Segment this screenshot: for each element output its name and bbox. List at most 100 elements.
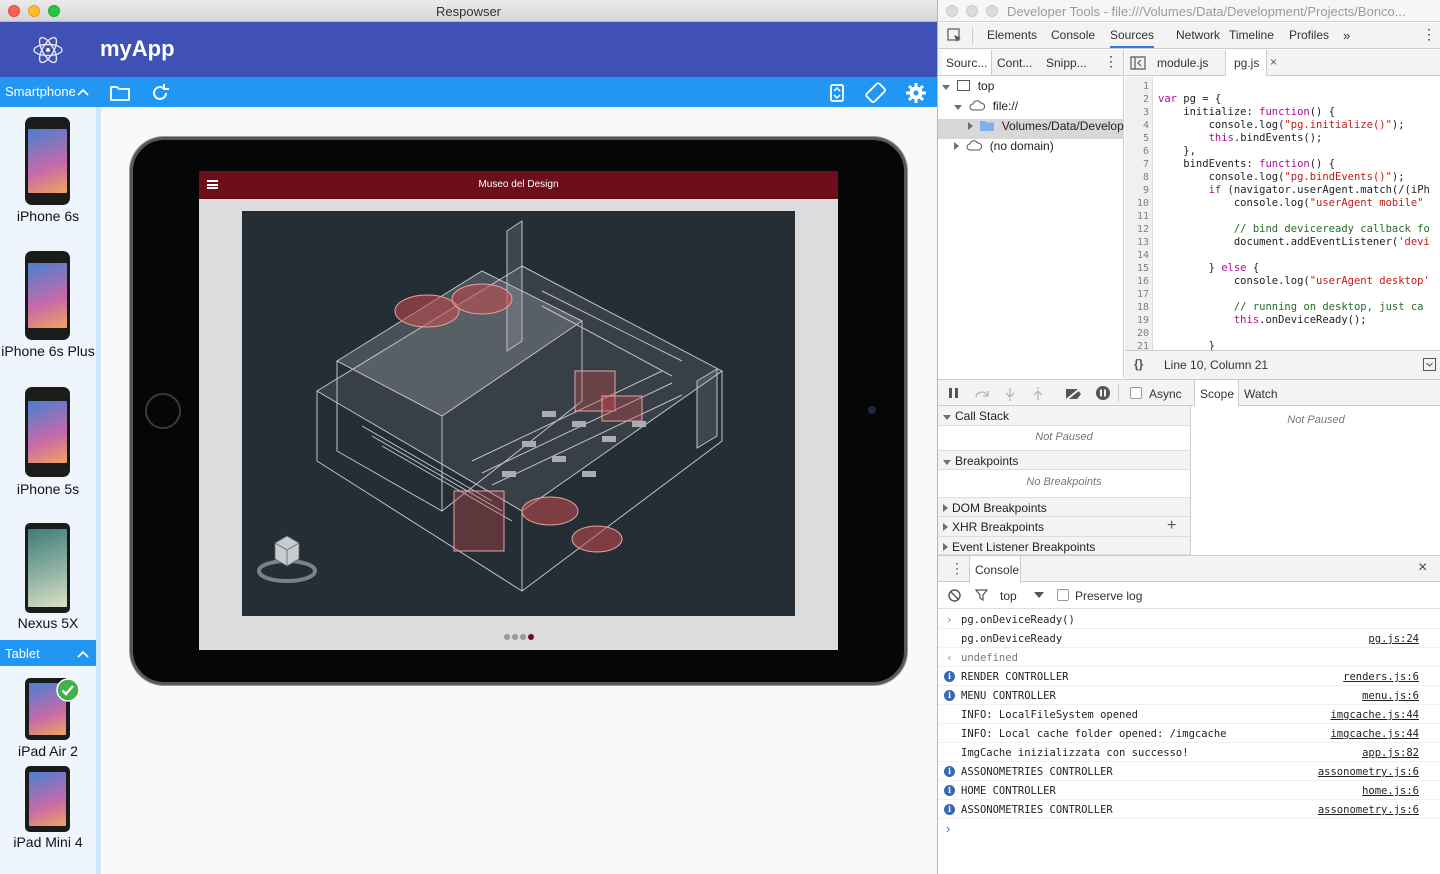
- pretty-print-icon[interactable]: {}: [1134, 357, 1143, 371]
- xhr-breakpoints-section[interactable]: XHR Breakpoints +: [938, 517, 1190, 537]
- code-line[interactable]: if (navigator.userAgent.match(/(iPh: [1158, 184, 1430, 197]
- console-message-row[interactable]: i ASSONOMETRIES CONTROLLER assonometry.js:…: [938, 800, 1440, 819]
- tab-snippets[interactable]: Snipp...: [1046, 56, 1087, 70]
- console-message-row[interactable]: i HOME CONTROLLER home.js:6: [938, 781, 1440, 800]
- inspect-element-icon[interactable]: [947, 28, 963, 44]
- console-source-link[interactable]: renders.js:6: [1343, 671, 1419, 683]
- line-number[interactable]: 19: [1125, 314, 1149, 327]
- line-number[interactable]: 14: [1125, 249, 1149, 262]
- line-number[interactable]: 4: [1125, 119, 1149, 132]
- minimize-window-button[interactable]: [966, 5, 978, 17]
- code-line[interactable]: } else {: [1158, 262, 1260, 275]
- device-iphone-6s[interactable]: [25, 117, 70, 205]
- code-editor[interactable]: 1 2 3 4 5 6 7 8 9 10 11 12 13 14 15 16 17 18 19 20 21 var pg…: [1125, 77, 1440, 350]
- device-iphone-5s[interactable]: [25, 387, 70, 477]
- console-message-row[interactable]: INFO: Local cache folder opened: /imgcac…: [938, 724, 1440, 743]
- screenshot-frame-icon[interactable]: [826, 82, 848, 104]
- console-source-link[interactable]: home.js:6: [1362, 785, 1419, 797]
- console-message-row[interactable]: i RENDER CONTROLLER renders.js:6: [938, 667, 1440, 686]
- event-listener-breakpoints-section[interactable]: Event Listener Breakpoints: [938, 537, 1190, 555]
- line-number[interactable]: 16: [1125, 275, 1149, 288]
- tree-item-file[interactable]: file://: [938, 99, 1124, 119]
- console-source-link[interactable]: assonometry.js:6: [1318, 804, 1419, 816]
- step-out-icon[interactable]: [1032, 387, 1044, 401]
- tree-item-volumes-folder[interactable]: Volumes/Data/Developm: [938, 119, 1124, 139]
- deactivate-breakpoints-icon[interactable]: [1065, 387, 1083, 401]
- line-number[interactable]: 12: [1125, 223, 1149, 236]
- console-source-link[interactable]: menu.js:6: [1362, 690, 1419, 702]
- tab-sources-nav[interactable]: Sourc...: [942, 50, 993, 75]
- file-tab-pg-js[interactable]: pg.js: [1225, 50, 1267, 76]
- console-message-row[interactable]: › pg.onDeviceReady(): [938, 610, 1440, 629]
- code-line[interactable]: // bind deviceready callback fo: [1158, 223, 1430, 236]
- pause-on-exceptions-icon[interactable]: [1095, 385, 1111, 401]
- code-line[interactable]: document.addEventListener('devi: [1158, 236, 1430, 249]
- line-number[interactable]: 17: [1125, 288, 1149, 301]
- clear-console-icon[interactable]: [948, 589, 961, 602]
- dom-breakpoints-section[interactable]: DOM Breakpoints: [938, 497, 1190, 517]
- toggle-navigator-icon[interactable]: [1130, 56, 1146, 70]
- console-message-row[interactable]: ‹ undefined: [938, 648, 1440, 667]
- axonometric-model-view[interactable]: [242, 211, 795, 616]
- page-indicator[interactable]: [199, 629, 838, 643]
- page-dot-active[interactable]: [527, 634, 534, 640]
- tablet-group-toggle[interactable]: Tablet: [0, 640, 96, 666]
- line-number[interactable]: 21: [1125, 340, 1149, 350]
- tab-profiles[interactable]: Profiles: [1289, 28, 1329, 42]
- console-source-link[interactable]: imgcache.js:44: [1330, 709, 1419, 721]
- more-tabs-chevron-icon[interactable]: »: [1343, 28, 1350, 43]
- console-message-row[interactable]: INFO: LocalFileSystem opened imgcache.js:…: [938, 705, 1440, 724]
- line-number[interactable]: 3: [1125, 106, 1149, 119]
- device-ipad-mini-4[interactable]: [25, 766, 70, 832]
- line-number[interactable]: 11: [1125, 210, 1149, 223]
- console-source-link[interactable]: assonometry.js:6: [1318, 766, 1419, 778]
- step-into-icon[interactable]: [1004, 387, 1016, 401]
- step-over-icon[interactable]: [974, 388, 990, 400]
- code-line[interactable]: }: [1158, 340, 1215, 350]
- line-number[interactable]: 9: [1125, 184, 1149, 197]
- code-line[interactable]: console.log("pg.bindEvents()");: [1158, 171, 1405, 184]
- async-checkbox[interactable]: [1130, 387, 1142, 399]
- smartphone-group-toggle[interactable]: Smartphone: [0, 77, 96, 107]
- line-number[interactable]: 1: [1125, 80, 1149, 93]
- preserve-log-checkbox[interactable]: [1057, 589, 1069, 601]
- line-number[interactable]: 8: [1125, 171, 1149, 184]
- tree-item-no-domain[interactable]: (no domain): [938, 139, 1124, 159]
- console-message-row[interactable]: i ASSONOMETRIES CONTROLLER assonometry.js:…: [938, 762, 1440, 781]
- device-iphone-6s-plus[interactable]: [25, 251, 70, 340]
- code-line[interactable]: console.log("pg.initialize()");: [1158, 119, 1405, 132]
- device-nexus-5x[interactable]: [25, 523, 70, 613]
- code-line[interactable]: this.onDeviceReady();: [1158, 314, 1367, 327]
- line-number[interactable]: 15: [1125, 262, 1149, 275]
- code-line[interactable]: // running on desktop, just ca: [1158, 301, 1424, 314]
- rotate-device-icon[interactable]: [865, 82, 887, 104]
- line-number[interactable]: 6: [1125, 145, 1149, 158]
- tree-item-top[interactable]: top: [938, 79, 1124, 99]
- line-number-gutter[interactable]: 1 2 3 4 5 6 7 8 9 10 11 12 13 14 15 16 17 18 19 20 21: [1125, 77, 1153, 350]
- tab-watch[interactable]: Watch: [1244, 387, 1278, 401]
- code-line[interactable]: },: [1158, 145, 1196, 158]
- console-source-link[interactable]: pg.js:24: [1368, 633, 1419, 645]
- code-line[interactable]: initialize: function() {: [1158, 106, 1335, 119]
- code-line[interactable]: console.log("userAgent desktop': [1158, 275, 1430, 288]
- refresh-icon[interactable]: [149, 82, 171, 104]
- code-line[interactable]: var pg = {: [1158, 93, 1221, 106]
- page-dot[interactable]: [519, 634, 526, 640]
- navigator-menu-icon[interactable]: ⋮: [1104, 53, 1118, 70]
- code-line[interactable]: console.log("userAgent mobile": [1158, 197, 1424, 210]
- console-message-row[interactable]: ImgCache inizializzata con successo! app.…: [938, 743, 1440, 762]
- home-button[interactable]: [145, 393, 181, 429]
- console-context-select[interactable]: top: [1000, 589, 1017, 603]
- console-source-link[interactable]: app.js:82: [1362, 747, 1419, 759]
- call-stack-section[interactable]: Call Stack: [938, 406, 1190, 426]
- tab-content-scripts[interactable]: Cont...: [997, 56, 1032, 70]
- pause-icon[interactable]: [949, 388, 958, 398]
- drawer-menu-icon[interactable]: ⋮: [950, 560, 964, 577]
- tab-console-drawer[interactable]: Console: [969, 556, 1021, 583]
- console-source-link[interactable]: imgcache.js:44: [1330, 728, 1419, 740]
- close-drawer-icon[interactable]: ×: [1418, 559, 1427, 577]
- line-number[interactable]: 2: [1125, 93, 1149, 106]
- console-prompt-icon[interactable]: ›: [946, 821, 950, 836]
- tab-sources[interactable]: Sources: [1110, 28, 1155, 48]
- console-message-row[interactable]: i MENU CONTROLLER menu.js:6: [938, 686, 1440, 705]
